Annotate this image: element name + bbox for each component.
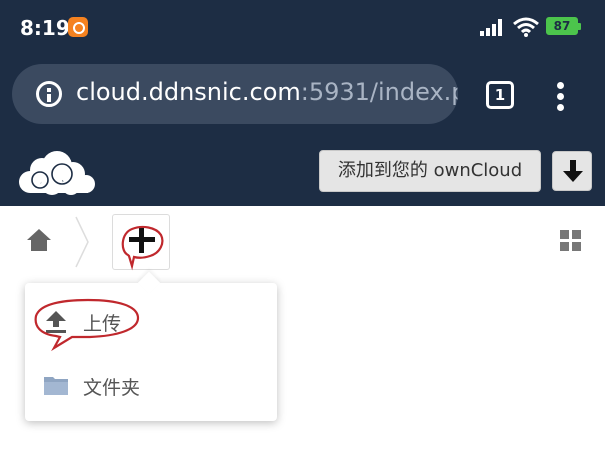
browser-menu-icon[interactable]: [557, 82, 565, 112]
folder-icon: [44, 377, 68, 395]
new-file-button[interactable]: [112, 214, 170, 270]
signal-strength-icon: [480, 19, 502, 36]
site-info-icon[interactable]: [36, 81, 62, 107]
status-time: 8:19: [20, 16, 70, 40]
app-notification-icon: [68, 17, 88, 37]
download-button[interactable]: [552, 151, 592, 191]
address-bar[interactable]: cloud.ddnsnic.com:5931/index.p: [12, 64, 458, 124]
upload-icon: [46, 311, 66, 333]
grid-view-icon[interactable]: [560, 230, 582, 252]
tab-count: 1: [494, 86, 506, 104]
owncloud-header: 添加到您的 ownCloud: [0, 136, 605, 206]
home-icon[interactable]: [27, 229, 51, 251]
breadcrumb-separator-icon: [75, 216, 89, 268]
download-arrow-icon: [563, 160, 583, 182]
battery-indicator: 87: [546, 17, 581, 35]
wifi-icon: [513, 17, 539, 37]
menu-item-folder[interactable]: 文件夹: [25, 355, 277, 415]
new-file-menu: 上传 文件夹: [25, 283, 277, 421]
menu-item-label: 上传: [83, 313, 122, 335]
add-to-owncloud-button[interactable]: 添加到您的 ownCloud: [319, 150, 541, 192]
url-host: cloud.ddnsnic.com: [76, 78, 301, 106]
menu-item-label: 文件夹: [83, 377, 141, 399]
menu-item-upload[interactable]: 上传: [25, 291, 277, 351]
file-controls-bar: [0, 206, 605, 276]
status-bar: 8:19 87: [0, 0, 605, 56]
battery-level: 87: [553, 19, 571, 33]
owncloud-logo-icon[interactable]: [18, 146, 96, 196]
tab-switcher-button[interactable]: 1: [486, 81, 514, 109]
plus-icon: [129, 227, 155, 253]
url-text[interactable]: cloud.ddnsnic.com:5931/index.p: [76, 78, 458, 106]
url-path: :5931/index.p: [300, 78, 458, 106]
browser-toolbar: cloud.ddnsnic.com:5931/index.p 1: [0, 56, 605, 136]
